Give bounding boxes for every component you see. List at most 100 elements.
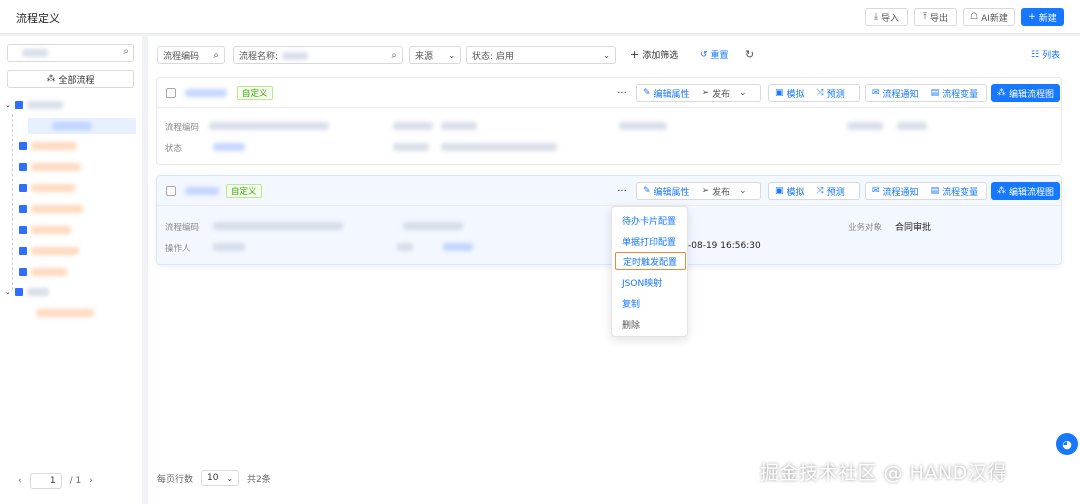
status-select[interactable]: 状态: 启用 ⌄ xyxy=(466,46,616,64)
mail-icon: ✉ xyxy=(872,88,880,98)
chevron-down-icon: ⌄ xyxy=(448,50,455,60)
assistant-fab[interactable]: ◕ xyxy=(1056,433,1078,455)
more-actions-button[interactable]: ··· xyxy=(612,84,632,102)
menu-item-json-mapping[interactable]: JSON映射 xyxy=(615,273,686,291)
search-icon: ⌕ xyxy=(213,49,219,61)
diagram-icon: ⁂ xyxy=(997,186,1006,196)
menu-item-timer-trigger-config[interactable]: 定时触发配置 xyxy=(615,252,686,270)
simulate-button[interactable]: ▣ 模拟 xyxy=(769,183,811,199)
edit-properties-button[interactable]: ✎ 编辑属性 xyxy=(637,183,696,199)
export-button[interactable]: ⤒ 导出 xyxy=(914,8,957,26)
menu-item-print-config[interactable]: 单据打印配置 xyxy=(615,232,686,250)
simulate-predict-group: ▣ 模拟 ⤨ 预测 xyxy=(768,182,860,200)
tree-item[interactable] xyxy=(19,181,75,195)
tree-item[interactable] xyxy=(19,139,77,153)
process-variables-button[interactable]: ▤ 流程变量 xyxy=(925,85,985,101)
process-notify-button[interactable]: ✉ 流程通知 xyxy=(866,183,925,199)
row-checkbox[interactable] xyxy=(166,88,176,98)
upload-icon: ⤒ xyxy=(923,12,927,22)
page-input[interactable]: 1 xyxy=(29,473,62,489)
process-name[interactable] xyxy=(185,89,227,97)
tree-group[interactable]: ⌄ xyxy=(5,98,63,112)
chevron-down-icon: ⌄ xyxy=(739,186,747,196)
field-label-code: 流程编码 xyxy=(165,223,200,233)
tree-item[interactable] xyxy=(19,160,81,174)
tree-item[interactable] xyxy=(19,223,71,237)
list-view-toggle[interactable]: ☷ 列表 xyxy=(1031,48,1060,62)
send-icon: ➢ xyxy=(701,88,710,98)
variables-icon: ▤ xyxy=(930,186,940,196)
row-checkbox[interactable] xyxy=(166,186,176,196)
process-icon xyxy=(19,205,27,213)
search-icon: ⌕ xyxy=(391,49,397,61)
menu-item-copy[interactable]: 复制 xyxy=(615,294,686,312)
rows-per-page-select[interactable]: 10 ⌄ xyxy=(201,470,240,486)
custom-tag: 自定义 xyxy=(237,86,273,100)
updated-timestamp: -08-19 16:56:30 xyxy=(688,241,761,251)
predict-button[interactable]: ⤨ 预测 xyxy=(811,85,851,101)
more-actions-menu: 待办卡片配置 单据打印配置 定时触发配置 JSON映射 复制 删除 xyxy=(611,206,688,337)
process-notify-button[interactable]: ✉ 流程通知 xyxy=(866,85,925,101)
list-icon: ☷ xyxy=(1031,49,1040,60)
process-name[interactable] xyxy=(185,187,219,195)
process-code-filter[interactable]: 流程编码 ⌕ xyxy=(157,46,225,64)
add-filter-button[interactable]: + 添加筛选 xyxy=(630,48,678,61)
menu-item-todo-card-config[interactable]: 待办卡片配置 xyxy=(615,211,686,229)
robot-icon: ☖ xyxy=(970,12,979,22)
sidebar-search-input[interactable]: ⌕ xyxy=(7,44,134,62)
process-card: 自定义 ··· ✎ 编辑属性 ➢ 发布 ⌄ ▣ 模拟 ⤨ 预测 ✉ 流程通知 ▤ 流程变量 ⁂… xyxy=(156,77,1062,165)
process-icon xyxy=(19,226,27,234)
edit-diagram-button[interactable]: ⁂ 编辑流程图 xyxy=(991,182,1061,200)
predict-button[interactable]: ⤨ 预测 xyxy=(811,183,851,199)
publish-button[interactable]: ➢ 发布 ⌄ xyxy=(696,85,753,101)
field-label-status: 状态 xyxy=(165,144,183,154)
tree-pager: ‹ 1 / 1 › xyxy=(18,473,93,489)
tree-item[interactable] xyxy=(36,306,94,320)
edit-properties-button[interactable]: ✎ 编辑属性 xyxy=(637,85,696,101)
folder-icon xyxy=(14,101,23,109)
tree-group[interactable]: ⌄ xyxy=(5,285,49,299)
chevron-down-icon: ⌄ xyxy=(603,50,610,60)
new-button[interactable]: + 新建 xyxy=(1021,8,1064,26)
notify-variables-group: ✉ 流程通知 ▤ 流程变量 xyxy=(865,84,987,102)
field-label-business-object: 业务对象 xyxy=(848,223,883,233)
rows-per-page-label: 每页行数 xyxy=(157,474,194,485)
menu-item-delete[interactable]: 删除 xyxy=(615,315,686,333)
field-label-operator: 操作人 xyxy=(165,244,191,254)
download-icon: ⤓ xyxy=(874,12,878,22)
more-actions-button[interactable]: ··· xyxy=(612,182,632,200)
edit-icon: ✎ xyxy=(643,88,651,98)
chevron-right-icon[interactable]: › xyxy=(89,476,93,486)
reset-button[interactable]: ↺ 重置 xyxy=(700,48,729,62)
notify-variables-group: ✉ 流程通知 ▤ 流程变量 xyxy=(865,182,987,200)
watermark: 掘金技术社区 @ HAND汉得 xyxy=(760,462,1007,484)
plus-icon: + xyxy=(630,48,640,61)
business-object-value: 合同审批 xyxy=(895,223,932,233)
refresh-icon: ↻ xyxy=(745,48,755,61)
process-icon xyxy=(19,142,27,150)
simulate-predict-group: ▣ 模拟 ⤨ 预测 xyxy=(768,84,860,102)
tree-item[interactable] xyxy=(19,202,83,216)
refresh-button[interactable]: ↻ xyxy=(745,48,754,61)
publish-button[interactable]: ➢ 发布 ⌄ xyxy=(696,183,753,199)
all-processes-button[interactable]: ⁂ 全部流程 xyxy=(7,70,134,88)
tree-item[interactable] xyxy=(19,265,67,279)
simulate-icon: ▣ xyxy=(775,88,784,98)
ai-new-button[interactable]: ☖ AI新建 xyxy=(963,8,1015,26)
process-variables-button[interactable]: ▤ 流程变量 xyxy=(925,183,985,199)
shuffle-icon: ⤨ xyxy=(816,186,824,196)
edit-diagram-button[interactable]: ⁂ 编辑流程图 xyxy=(991,84,1061,102)
tree-item[interactable] xyxy=(19,244,79,258)
chat-icon: ◕ xyxy=(1062,437,1072,451)
chevron-left-icon[interactable]: ‹ xyxy=(18,476,22,486)
tree-item-selected[interactable] xyxy=(28,118,136,134)
folder-icon xyxy=(14,288,23,296)
process-icon xyxy=(19,268,27,276)
top-bar: 流程定义 ⤓ 导入 ⤒ 导出 ☖ AI新建 + 新建 xyxy=(0,0,1080,34)
source-select[interactable]: 来源 ⌄ xyxy=(409,46,461,64)
import-button[interactable]: ⤓ 导入 xyxy=(865,8,908,26)
simulate-button[interactable]: ▣ 模拟 xyxy=(769,85,811,101)
search-icon: ⌕ xyxy=(123,46,129,57)
chevron-down-icon: ⌄ xyxy=(226,473,234,483)
process-name-filter[interactable]: 流程名称: ⌕ xyxy=(233,46,403,64)
